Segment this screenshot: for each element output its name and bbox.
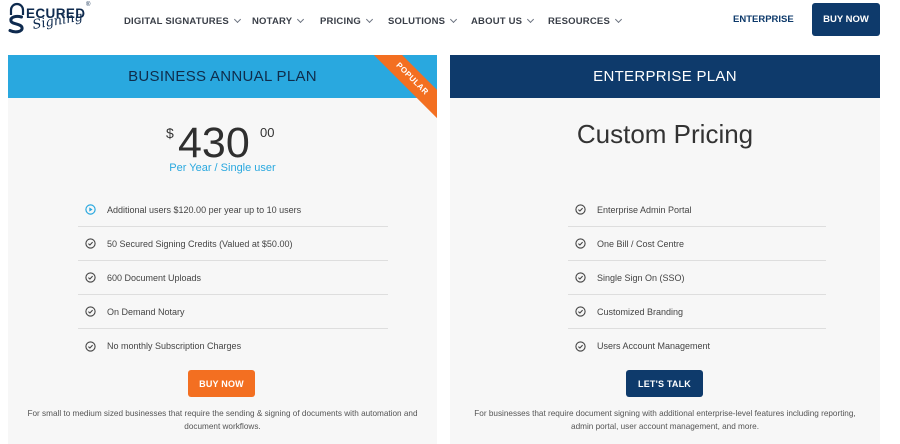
check-circle-icon: [85, 340, 96, 352]
header-buy-now-button[interactable]: BUY NOW: [812, 3, 880, 36]
secured-signing-logo[interactable]: ECURED ® Signing: [6, 2, 92, 40]
check-circle-icon: [575, 238, 586, 249]
check-circle-icon: [85, 238, 96, 249]
feature-text: Customized Branding: [597, 306, 684, 317]
feature-text: Users Account Management: [597, 341, 711, 351]
feature-text: 50 Secured Signing Credits (Valued at $5…: [107, 238, 293, 249]
nav-label: DIGITAL SIGNATURES: [124, 15, 229, 27]
padlock-s-icon: [8, 2, 25, 34]
nav-item-notary[interactable]: NOTARY: [252, 14, 305, 28]
feature-text: 600 Document Uploads: [107, 272, 202, 283]
feature-item: 600 Document Uploads: [78, 261, 388, 295]
chevron-down-icon: [365, 15, 374, 24]
feature-item: Customized Branding: [568, 295, 826, 329]
nav-item-pricing[interactable]: PRICING: [320, 14, 374, 28]
enterprise-link[interactable]: ENTERPRISE: [733, 14, 794, 25]
business-feature-list: Additional users $120.00 per year up to …: [78, 193, 388, 363]
enterprise-plan-card: ENTERPRISE PLAN Custom Pricing Enterpris…: [450, 55, 880, 444]
feature-text: Enterprise Admin Portal: [597, 204, 692, 215]
feature-text: Single Sign On (SSO): [597, 272, 685, 283]
enterprise-plan-description: For businesses that require document sig…: [474, 409, 856, 431]
nav-label: PRICING: [320, 15, 361, 27]
check-circle-icon: [85, 272, 96, 283]
lets-talk-button[interactable]: LET'S TALK: [626, 370, 703, 397]
check-circle-icon: [575, 272, 586, 283]
nav-label: NOTARY: [252, 15, 293, 27]
business-plan-description: For small to medium sized businesses tha…: [27, 409, 418, 431]
custom-pricing-text: Custom Pricing: [576, 119, 754, 149]
feature-item: Additional users $120.00 per year up to …: [78, 193, 388, 227]
business-plan-title: BUSINESS ANNUAL PLAN: [8, 55, 437, 98]
nav-label: RESOURCES: [548, 15, 610, 27]
chevron-down-icon: [233, 15, 241, 24]
nav-item-resources[interactable]: RESOURCES: [548, 14, 623, 28]
check-circle-icon: [85, 306, 96, 317]
feature-item: One Bill / Cost Centre: [568, 227, 826, 261]
enterprise-plan-title: ENTERPRISE PLAN: [450, 55, 880, 98]
chevron-down-icon: [614, 15, 623, 24]
price-cents: 00: [260, 125, 275, 140]
feature-item: Single Sign On (SSO): [568, 261, 826, 295]
feature-item: Users Account Management: [568, 329, 826, 363]
feature-text: One Bill / Cost Centre: [597, 238, 685, 249]
check-circle-icon: [575, 306, 586, 317]
chevron-down-icon: [450, 15, 458, 24]
play-circle-icon: [85, 204, 96, 215]
price-currency: $: [166, 125, 174, 141]
registered-mark: ®: [86, 2, 91, 8]
price-amount: 430: [178, 119, 250, 167]
check-circle-icon: [575, 204, 586, 215]
feature-text: Additional users $120.00 per year up to …: [107, 204, 302, 215]
nav-item-solutions[interactable]: SOLUTIONS: [388, 14, 458, 28]
nav-label: SOLUTIONS: [388, 15, 446, 27]
chevron-down-icon: [527, 15, 535, 24]
enterprise-feature-list: Enterprise Admin Portal One Bill / Cost …: [568, 193, 826, 363]
business-plan-card: BUSINESS ANNUAL PLAN POPULAR $ 430 00 Pe…: [8, 55, 437, 444]
nav-item-digital-signatures[interactable]: DIGITAL SIGNATURES: [124, 14, 241, 28]
price-period: Per Year / Single user: [169, 162, 276, 174]
nav-label: ABOUT US: [471, 15, 523, 27]
feature-text: No monthly Subscription Charges: [107, 341, 242, 351]
feature-item: 50 Secured Signing Credits (Valued at $5…: [78, 227, 388, 261]
check-circle-icon: [575, 340, 586, 352]
nav-item-about-us[interactable]: ABOUT US: [471, 14, 535, 28]
feature-item: No monthly Subscription Charges: [78, 329, 388, 363]
chevron-down-icon: [297, 15, 305, 24]
feature-item: On Demand Notary: [78, 295, 388, 329]
feature-item: Enterprise Admin Portal: [568, 193, 826, 227]
business-buy-now-button[interactable]: BUY NOW: [188, 370, 255, 397]
site-header: ECURED ® Signing DIGITAL SIGNATURES NOTA…: [0, 0, 900, 44]
feature-text: On Demand Notary: [107, 306, 185, 317]
